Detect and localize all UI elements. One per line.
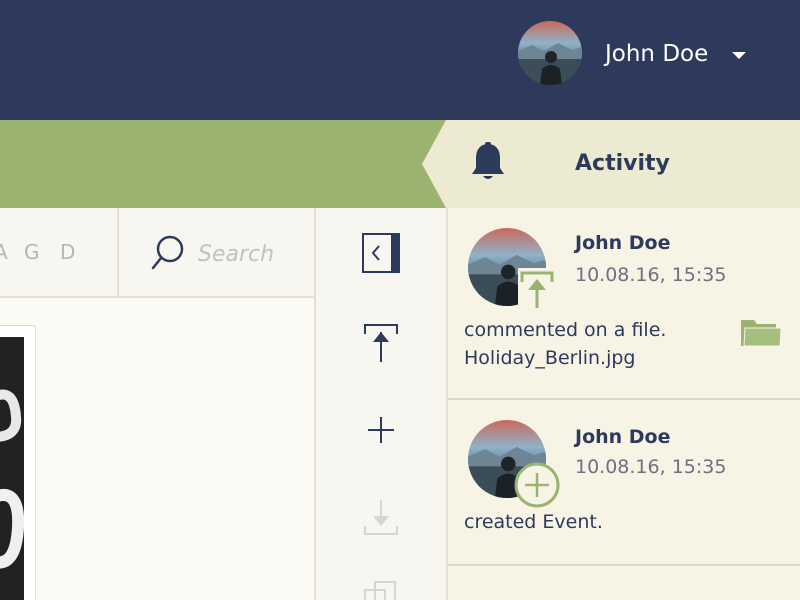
activity-item[interactable]: John Doe 10.08.16, 15:35 created Event. [448, 402, 800, 566]
activity-description: created Event. [464, 511, 603, 533]
activity-file-link[interactable]: Holiday_Berlin.jpg [464, 344, 636, 372]
user-avatar[interactable] [518, 21, 582, 85]
activity-description: commented on a file. [464, 319, 667, 341]
folder-icon[interactable] [740, 316, 782, 352]
divider [117, 208, 119, 298]
activity-header: Activity [422, 120, 800, 208]
copy-icon[interactable] [361, 580, 401, 600]
add-circle-icon [514, 462, 560, 512]
activity-feed: John Doe 10.08.16, 15:35 commented on a … [446, 208, 800, 600]
file-preview-image [0, 337, 24, 600]
download-icon[interactable] [363, 498, 399, 542]
toolbar-band [0, 120, 446, 208]
filter-letter[interactable]: D [60, 240, 75, 264]
top-header: John Doe [0, 0, 800, 120]
activity-timestamp: 10.08.16, 15:35 [575, 264, 727, 286]
add-icon[interactable] [367, 416, 395, 448]
user-name[interactable]: John Doe [605, 40, 708, 68]
upload-icon [516, 266, 558, 312]
user-menu-caret-icon[interactable] [732, 52, 746, 59]
search-icon[interactable] [150, 233, 186, 277]
activity-title: Activity [575, 151, 670, 176]
filter-letter[interactable]: A [0, 240, 8, 264]
search-input[interactable] [198, 236, 304, 272]
tool-column [316, 208, 446, 600]
activity-user[interactable]: John Doe [575, 426, 671, 448]
filter-letter[interactable]: G [24, 240, 40, 264]
upload-icon[interactable] [363, 322, 399, 368]
bell-icon[interactable] [470, 142, 506, 186]
activity-item[interactable]: John Doe 10.08.16, 15:35 commented on a … [448, 208, 800, 400]
activity-timestamp: 10.08.16, 15:35 [575, 456, 727, 478]
activity-user[interactable]: John Doe [575, 232, 671, 254]
content-area [0, 298, 314, 600]
collapse-panel-icon[interactable] [361, 232, 401, 278]
